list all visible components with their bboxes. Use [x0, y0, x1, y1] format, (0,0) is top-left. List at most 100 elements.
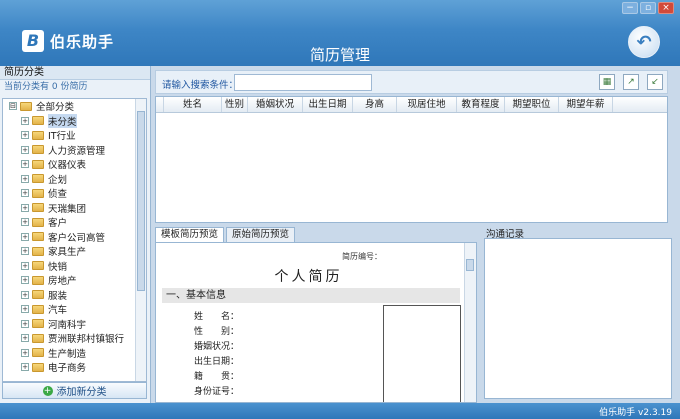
- folder-icon: [32, 159, 44, 169]
- expand-icon[interactable]: +: [21, 261, 29, 270]
- folder-icon: [32, 348, 44, 358]
- section-basic-info: 一、基本信息: [162, 288, 460, 303]
- tree-item[interactable]: + 未分类: [3, 113, 146, 129]
- expand-icon[interactable]: +: [21, 232, 29, 241]
- toolbar-icons: ▦ ↗ ↙: [599, 74, 663, 90]
- column-header[interactable]: 身高: [353, 97, 397, 112]
- tree-item[interactable]: + 天瑞集团: [3, 201, 146, 216]
- tree-item[interactable]: + 家具生产: [3, 244, 146, 259]
- expand-icon[interactable]: +: [21, 305, 29, 314]
- column-header[interactable]: 婚姻状况: [248, 97, 303, 112]
- preview-scrollbar[interactable]: [464, 243, 476, 402]
- preview-tabs: 模板简历预览 原始简历预览: [155, 227, 297, 242]
- expand-icon[interactable]: +: [21, 131, 29, 140]
- resume-title: 个人简历: [274, 269, 343, 285]
- tab-template-preview[interactable]: 模板简历预览: [155, 227, 225, 242]
- expand-icon[interactable]: +: [21, 276, 29, 285]
- column-header[interactable]: 姓名: [164, 97, 222, 112]
- folder-icon: [32, 188, 44, 198]
- expand-icon[interactable]: +: [21, 145, 29, 154]
- expand-icon[interactable]: +: [21, 218, 29, 227]
- tree-item-label: 家具生产: [48, 247, 87, 259]
- minimize-button[interactable]: −: [622, 2, 638, 14]
- column-header[interactable]: 期望年薪: [559, 97, 613, 112]
- column-header[interactable]: 性别: [222, 97, 248, 112]
- scrollbar-thumb[interactable]: [466, 259, 474, 271]
- tree-item-label: 天瑞集团: [48, 203, 87, 215]
- tree-item-label: 侦查: [48, 189, 68, 201]
- tree-item[interactable]: + 河南科宇: [3, 317, 146, 332]
- tree-item[interactable]: + 电子商务: [3, 360, 146, 375]
- tree-item[interactable]: + 贾洲联邦村镇银行: [3, 331, 146, 346]
- tree-root-label: 全部分类: [36, 102, 75, 114]
- folder-icon: [32, 145, 44, 155]
- expand-icon[interactable]: +: [21, 160, 29, 169]
- tree-item[interactable]: + 客户: [3, 215, 146, 230]
- resume-number-label: 简历编号：: [342, 252, 382, 261]
- tree-item[interactable]: + 汽车: [3, 302, 146, 317]
- back-arrow-icon: ↶: [636, 31, 652, 53]
- expand-icon[interactable]: +: [21, 363, 29, 372]
- tree-item[interactable]: + 快销: [3, 259, 146, 274]
- folder-icon: [32, 290, 44, 300]
- expand-icon[interactable]: +: [21, 334, 29, 343]
- table-icon[interactable]: ▦: [599, 74, 615, 90]
- import-icon[interactable]: ↙: [647, 74, 663, 90]
- tree-item[interactable]: + 客户公司高管: [3, 230, 146, 245]
- search-bar: 请输入搜索条件： ▦ ↗ ↙: [155, 70, 668, 94]
- page-title: 简历管理: [309, 46, 370, 64]
- plus-icon: +: [42, 385, 53, 396]
- expand-icon[interactable]: +: [21, 189, 29, 198]
- tree-item[interactable]: + 侦查: [3, 186, 146, 201]
- folder-icon: [32, 319, 44, 329]
- folder-icon: [32, 203, 44, 213]
- expand-icon[interactable]: +: [21, 174, 29, 183]
- column-header[interactable]: 教育程度: [457, 97, 505, 112]
- folder-icon: [32, 362, 44, 372]
- close-button[interactable]: ×: [658, 2, 674, 14]
- folder-icon: [20, 101, 32, 111]
- export-icon[interactable]: ↗: [623, 74, 639, 90]
- tab-original-preview[interactable]: 原始简历预览: [226, 227, 296, 242]
- folder-icon: [32, 304, 44, 314]
- column-header[interactable]: 期望职位: [505, 97, 559, 112]
- expand-icon[interactable]: +: [21, 348, 29, 357]
- collapse-icon[interactable]: ⊟: [9, 102, 17, 111]
- version-label: 伯乐助手 v2.3.19: [599, 408, 672, 418]
- expand-icon[interactable]: +: [21, 116, 29, 125]
- expand-icon[interactable]: +: [21, 290, 29, 299]
- tree-item[interactable]: + IT行业: [3, 128, 146, 143]
- scrollbar-thumb[interactable]: [137, 111, 145, 291]
- tree-root[interactable]: ⊟ 全部分类: [3, 99, 146, 114]
- communication-log[interactable]: [484, 238, 672, 399]
- tree-item[interactable]: + 服装: [3, 288, 146, 303]
- back-button[interactable]: ↶: [628, 26, 660, 58]
- expand-icon[interactable]: +: [21, 203, 29, 212]
- resume-preview: 简历编号： 个人简历 一、基本信息 姓 名： 性 别： 婚姻状况： 出生日期： 籍 贯：…: [155, 242, 477, 403]
- add-category-button[interactable]: + 添加新分类: [2, 382, 147, 399]
- tree-item[interactable]: + 人力资源管理: [3, 143, 146, 158]
- title-bar: B 伯乐助手 简历管理 − ▫ × ↶: [0, 0, 680, 66]
- tree-item-label: 仪器仪表: [48, 160, 87, 172]
- tree-scrollbar[interactable]: [135, 99, 146, 381]
- tree-item-label: 河南科宇: [48, 319, 87, 331]
- tree-item-label: 电子商务: [48, 363, 87, 375]
- tree-item-label: IT行业: [48, 131, 76, 143]
- restore-button[interactable]: ▫: [640, 2, 656, 14]
- search-input[interactable]: [234, 74, 372, 91]
- expand-icon[interactable]: +: [21, 319, 29, 328]
- tree-item[interactable]: + 仪器仪表: [3, 157, 146, 172]
- table-header: 姓名 性别 婚姻状况 出生日期 身高 现居住地 教育程度 期望职位 期望年薪: [156, 97, 667, 113]
- tree-item[interactable]: + 企划: [3, 172, 146, 187]
- tree-item-label: 贾洲联邦村镇银行: [48, 334, 125, 346]
- tree-item[interactable]: + 生产制造: [3, 346, 146, 361]
- expand-icon[interactable]: +: [21, 247, 29, 256]
- tree-item[interactable]: + 房地产: [3, 273, 146, 288]
- tree-item-label: 汽车: [48, 305, 68, 317]
- column-header[interactable]: 现居住地: [397, 97, 457, 112]
- folder-icon: [32, 232, 44, 242]
- tree-item-label: 生产制造: [48, 348, 87, 360]
- category-sidebar: 简历分类 当前分类有 0 份简历 ⊟ 全部分类 + 未分类 + IT行业 + 人力资源管理…: [0, 66, 151, 403]
- category-tree: ⊟ 全部分类 + 未分类 + IT行业 + 人力资源管理 + 仪器仪表 + 企划 + 侦查 + 天瑞集团 +…: [2, 98, 147, 382]
- column-header[interactable]: 出生日期: [303, 97, 353, 112]
